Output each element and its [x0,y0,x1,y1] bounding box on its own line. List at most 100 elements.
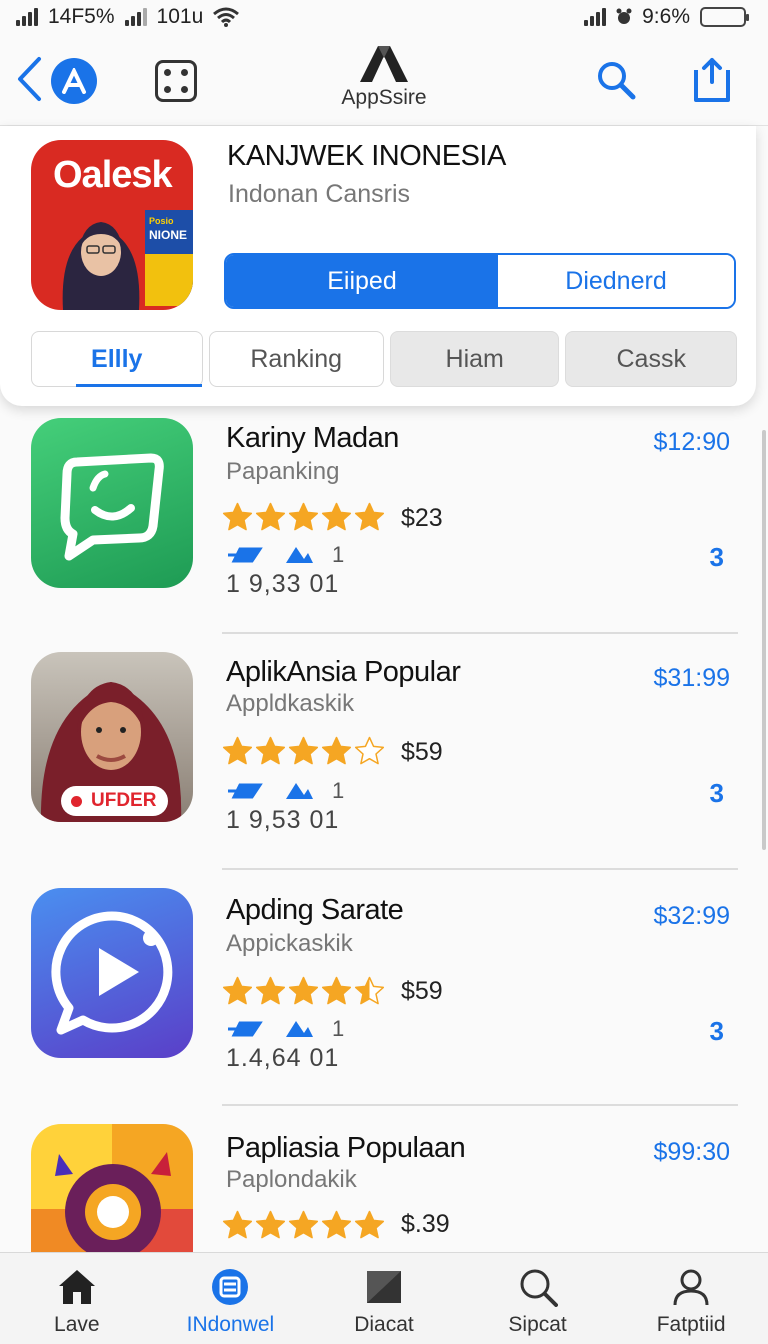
star-icon [255,502,286,531]
divider [222,1104,738,1106]
app-title[interactable]: Apding Sarate [226,894,404,927]
portrait-app-icon[interactable]: UFDER [31,652,193,822]
tab-search-label: Sipcat [508,1313,567,1336]
tab-home[interactable]: Lave [0,1253,154,1344]
star-icon [321,1210,352,1239]
featured-subtitle: Indonan Cansris [228,180,411,208]
star-icon [321,502,352,531]
search-icon[interactable] [594,58,638,102]
tab-store[interactable]: INdonwel [154,1253,308,1344]
app-store-avatar-icon[interactable] [51,58,97,104]
price-button[interactable]: $31:99 [654,664,730,693]
star-icon [354,502,385,531]
featured-app-card[interactable]: Oalesk Posio NIONE KANJWEK INONESIA Indo… [0,126,756,406]
app-row[interactable]: Papliasia Populaan Paplondakik $.39 $99:… [0,1124,768,1252]
search-tab-icon [516,1265,560,1309]
back-chevron-icon[interactable] [14,56,44,102]
install-count: 1 9,33 01 [226,570,340,598]
app-category: Appickaskik [226,930,353,957]
tab-store-label: INdonwel [186,1313,275,1336]
star-icon [354,976,385,1005]
price-button[interactable]: $12:90 [654,428,730,457]
meta-count: 1 [332,778,345,803]
store-icon [208,1265,252,1309]
more-options-icon[interactable]: 3 [710,542,724,573]
star-icon [222,976,253,1005]
rating-price: $59 [401,738,443,766]
network-text: 101u [156,5,204,28]
tab-ranking[interactable]: Ranking [208,331,384,387]
featured-tabs: Ellly Ranking Hiam Cassk [31,331,737,389]
primary-action-button[interactable]: Eiiped [226,255,498,307]
price-button[interactable]: $32:99 [654,902,730,931]
status-right: 9:6% [584,5,749,29]
tab-ellly[interactable]: Ellly [31,331,203,387]
app-category: Papanking [226,458,340,485]
live-badge-label: UFDER [91,790,157,811]
tab-chart[interactable]: Diacat [307,1253,461,1344]
app-title[interactable]: Papliasia Populaan [226,1132,466,1165]
battery-text: 9:6% [642,5,690,28]
app-title[interactable]: Kariny Madan [226,422,399,455]
star-icon [321,736,352,765]
status-bar: 14F5% 101u 9:6% [0,0,768,34]
dice-icon[interactable] [155,60,197,102]
alarm-icon [616,8,632,24]
star-icon [354,1210,385,1239]
more-options-icon[interactable]: 3 [710,1016,724,1047]
video-app-icon[interactable] [31,888,193,1058]
divider [222,632,738,634]
more-options-icon[interactable]: 3 [710,778,724,809]
price-button[interactable]: $99:30 [654,1138,730,1167]
store-name: AppSsire [341,86,427,109]
star-icon [288,736,319,765]
badge-line1: Posio [149,216,174,226]
featured-app-icon[interactable]: Oalesk Posio NIONE [31,140,193,310]
badge-yellow-block [145,254,193,306]
chat-app-icon[interactable] [31,418,193,588]
play-bubble-icon [51,911,173,1035]
app-category: Paplondakik [226,1166,357,1193]
mountain-icon [286,1021,313,1037]
chart-icon [362,1265,406,1309]
tab-cassk[interactable]: Cassk [565,331,737,387]
meta-count: 1 [332,1016,345,1041]
share-icon[interactable] [690,56,734,104]
star-icon [288,502,319,531]
store-logo: AppSsire [336,42,432,110]
bottom-tab-bar: Lave INdonwel Diacat Sipcat Fatptiid [0,1252,768,1344]
camera-lens-icon [55,1152,171,1252]
tab-home-label: Lave [54,1313,100,1336]
featured-segmented-control: Eiiped Diednerd [224,253,736,309]
star-icon [321,976,352,1005]
featured-icon-badge: Posio NIONE [145,210,193,306]
scrollbar[interactable] [762,430,766,850]
tag-icon [228,547,263,563]
featured-icon-brand: Oalesk [53,154,173,196]
tab-chart-label: Diacat [354,1313,414,1336]
tab-hiam[interactable]: Hiam [389,331,560,387]
rating-price: $.39 [401,1210,450,1238]
install-count: 1.4,64 01 [226,1044,340,1072]
app-title[interactable]: AplikAnsia Popular [226,656,461,689]
star-icon [255,976,286,1005]
tab-profile[interactable]: Fatptiid [614,1253,768,1344]
star-icon [354,736,385,765]
mountain-icon [286,783,313,799]
star-icon [222,736,253,765]
meta-count: 1 [332,542,345,567]
store-logo-icon [360,46,408,82]
game-app-icon[interactable] [31,1124,193,1252]
rating-price: $59 [401,977,443,1005]
rating-price: $23 [401,504,443,532]
app-meta: 1 [226,542,344,568]
badge-line2: NIONE [149,228,188,242]
tab-search[interactable]: Sipcat [461,1253,615,1344]
app-meta: 1 [226,778,344,804]
secondary-action-button[interactable]: Diednerd [498,255,734,307]
chat-bubble-icon [60,453,164,561]
star-icon [288,976,319,1005]
status-left: 14F5% 101u [16,5,240,29]
featured-title: KANJWEK INONESIA [227,140,506,172]
cellular-icon [584,8,607,26]
